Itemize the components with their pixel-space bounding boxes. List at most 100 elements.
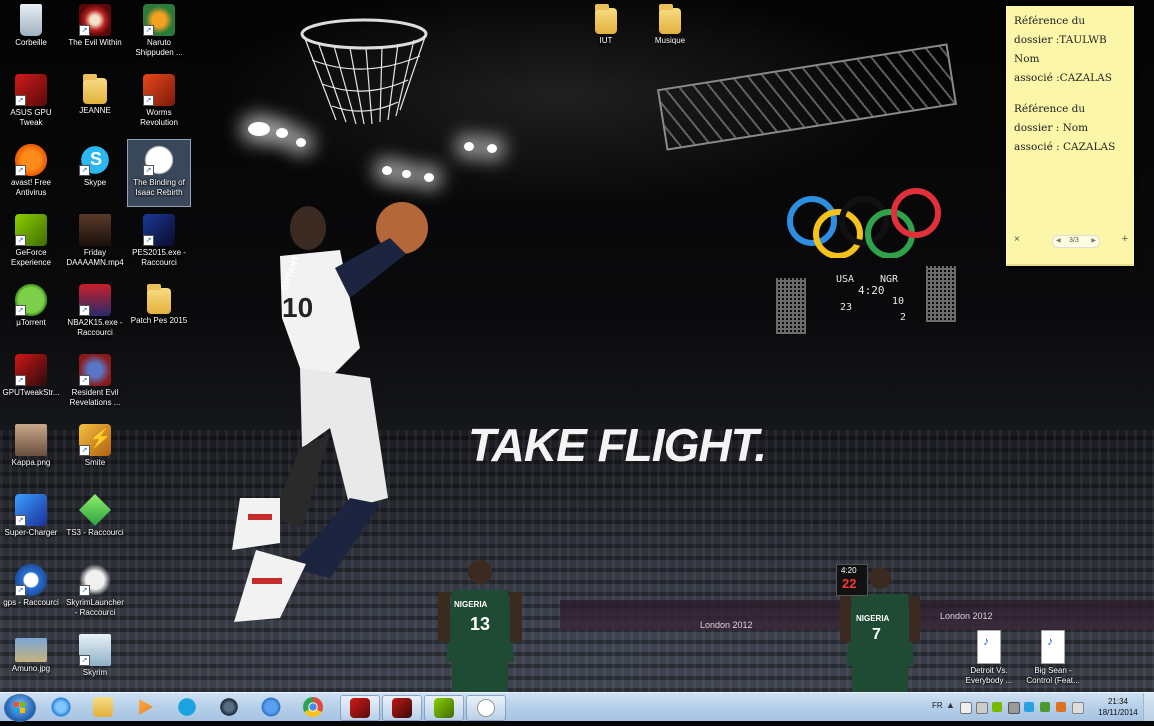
desktop-icon-label: Super-Charger xyxy=(4,528,58,537)
sticky-note-line[interactable]: associé :CAZALAS xyxy=(1006,69,1134,88)
download-icon xyxy=(261,697,281,717)
desktop-icon-friday-video[interactable]: Friday DAAAAMN.mp4 xyxy=(64,210,126,276)
shortcut-arrow-icon: ↗ xyxy=(15,95,26,106)
scoreboard-fouls: 10 xyxy=(892,296,905,307)
desktop-icon-pes2015[interactable]: ↗ PES2015.exe - Raccourci xyxy=(128,210,190,276)
desktop-icon-label: ASUS GPU Tweak xyxy=(10,108,52,127)
sticky-note-line[interactable]: dossier :TAULWB xyxy=(1006,31,1134,50)
language-indicator[interactable]: FR xyxy=(932,701,943,710)
desktop-icon-ts3[interactable]: TS3 - Raccourci xyxy=(64,490,126,556)
network-icon[interactable] xyxy=(976,702,988,714)
sticky-note-line[interactable]: Nom xyxy=(1006,50,1134,69)
sticky-note-line[interactable] xyxy=(1006,88,1134,100)
desktop-icon-iut[interactable]: IUT xyxy=(575,0,637,66)
taskbar-download-manager[interactable] xyxy=(252,695,290,719)
taskbar-internet-explorer[interactable] xyxy=(42,695,80,719)
skype-tray-icon[interactable] xyxy=(1024,702,1034,712)
sticky-note[interactable]: Référence du dossier :TAULWB Nom associé… xyxy=(1006,6,1134,266)
desktop-icon-musique[interactable]: Musique xyxy=(639,0,701,66)
sticky-note-line[interactable]: dossier : Nom xyxy=(1006,119,1134,138)
player-team: NIGERIA xyxy=(454,600,488,609)
basketball-hoop xyxy=(300,18,428,125)
desktop-icon-isaac[interactable]: ↗ The Binding of Isaac Rebirth xyxy=(127,139,191,207)
desktop-icon-label: Amuno.jpg xyxy=(11,664,51,673)
desktop-icon-detroit-mp3[interactable]: ♪ Detroit Vs. Everybody ... xyxy=(958,626,1020,692)
desktop-icon-label: Smite xyxy=(84,458,106,467)
avast-tray-icon[interactable] xyxy=(1056,702,1066,712)
sticky-next-button[interactable]: ▶ xyxy=(1091,237,1096,244)
desktop-icon-utorrent[interactable]: ↗ µTorrent xyxy=(0,280,62,346)
gpu-tweak-streaming-icon: ↗ xyxy=(15,354,47,386)
desktop-icon-skype[interactable]: S ↗ Skype xyxy=(64,140,126,206)
desktop-icon-smite[interactable]: ⚡ ↗ Smite xyxy=(64,420,126,486)
desktop-icon-label: Musique xyxy=(654,36,686,45)
desktop-icon-resident-evil[interactable]: ↗ Resident Evil Revelations ... xyxy=(64,350,126,416)
sticky-add-button[interactable]: + xyxy=(1122,233,1128,245)
arena-light xyxy=(464,142,474,151)
shortcut-arrow-icon: ↗ xyxy=(79,585,90,596)
desktop-icon-big-sean-mp3[interactable]: ♪ Big Sean - Control (Feat... xyxy=(1022,626,1084,692)
desktop-icon-super-charger[interactable]: ↗ Super-Charger xyxy=(0,490,62,556)
taskbar-geforce[interactable] xyxy=(424,695,464,721)
mp3-file-icon: ♪ xyxy=(1041,630,1065,664)
clock-date: 18/11/2014 xyxy=(1098,708,1138,717)
desktop-icon-label: Friday DAAAAMN.mp4 xyxy=(66,248,124,267)
show-hidden-icons[interactable]: ▲ xyxy=(946,700,955,710)
sticky-pager: ◀ 3/3 ▶ xyxy=(1052,235,1100,248)
desktop-icon-naruto[interactable]: ↗ Naruto Shippuden ... xyxy=(128,0,190,66)
gpu-tweak-icon xyxy=(350,698,370,718)
avast-icon: ↗ xyxy=(15,144,47,176)
desktop-icon-recycle-bin[interactable]: Corbeille xyxy=(0,0,62,66)
volume-icon[interactable] xyxy=(1008,702,1020,714)
desktop-icon-gpu-tweak[interactable]: ↗ ASUS GPU Tweak xyxy=(0,70,62,136)
desktop-icon-amuno[interactable]: Amuno.jpg xyxy=(0,630,62,696)
desktop-icon-evil-within[interactable]: ↗ The Evil Within xyxy=(64,0,126,66)
desktop-icon-label: µTorrent xyxy=(16,318,46,327)
desktop-icon-geforce[interactable]: ↗ GeForce Experience xyxy=(0,210,62,276)
desktop-icon-jeanne[interactable]: JEANNE xyxy=(64,70,126,136)
desktop-icon-skyrim[interactable]: ↗ Skyrim xyxy=(64,630,126,696)
shortcut-arrow-icon: ↗ xyxy=(15,375,26,386)
taskbar-explorer[interactable] xyxy=(84,695,122,719)
sticky-note-footer: × ◀ 3/3 ▶ + xyxy=(1006,233,1134,248)
sticky-prev-button[interactable]: ◀ xyxy=(1056,237,1061,244)
desktop-icon-label: TS3 - Raccourci xyxy=(66,528,124,537)
skype-icon: S ↗ xyxy=(79,144,111,176)
taskbar-clock[interactable]: 21:34 18/11/2014 xyxy=(1090,696,1146,718)
show-desktop-button[interactable] xyxy=(1143,693,1154,721)
desktop-icon-label: Big Sean - Control (Feat... xyxy=(1026,666,1080,685)
desktop-icon-patch-pes[interactable]: Patch Pes 2015 xyxy=(128,280,190,346)
desktop-icon-skyrim-launcher[interactable]: ↗ SkyrimLauncher - Raccourci xyxy=(64,560,126,626)
sticky-note-line[interactable]: Référence du xyxy=(1006,12,1134,31)
scoreboard-grid xyxy=(776,278,806,334)
desktop-icon-kappa[interactable]: Kappa.png xyxy=(0,420,62,486)
sticky-note-line[interactable]: Référence du xyxy=(1006,100,1134,119)
desktop-icon-worms[interactable]: ↗ Worms Revolution xyxy=(128,70,190,136)
olympic-rings xyxy=(787,188,941,258)
taskbar-gpu-tweak[interactable] xyxy=(340,695,380,721)
action-center-icon[interactable] xyxy=(960,702,972,714)
shot-clock-time: 4:20 xyxy=(841,566,857,575)
desktop-icon-label: Worms Revolution xyxy=(140,108,178,127)
taskbar-chrome[interactable] xyxy=(294,695,332,719)
shortcut-arrow-icon: ↗ xyxy=(15,305,26,316)
video-file-icon xyxy=(79,214,111,246)
battery-icon[interactable] xyxy=(1040,702,1050,712)
shortcut-arrow-icon: ↗ xyxy=(79,165,90,176)
taskbar-steam[interactable] xyxy=(210,695,248,719)
taskbar-gpu-tweak-streaming[interactable] xyxy=(382,695,422,721)
desktop-icon-gps[interactable]: ↗ gps - Raccourci xyxy=(0,560,62,626)
desktop-icon-gpu-tweak-streaming[interactable]: ↗ GPUTweakStr... xyxy=(0,350,62,416)
sticky-note-line[interactable]: associé : CAZALAS xyxy=(1006,138,1134,157)
sticky-close-button[interactable]: × xyxy=(1014,234,1020,245)
speaker-icon[interactable] xyxy=(1072,702,1084,714)
shortcut-arrow-icon: ↗ xyxy=(79,375,90,386)
desktop-icon-avast[interactable]: ↗ avast! Free Antivirus xyxy=(0,140,62,206)
nvidia-tray-icon[interactable] xyxy=(992,702,1002,712)
taskbar-skype[interactable] xyxy=(168,695,206,719)
taskbar-media-player[interactable] xyxy=(126,695,164,719)
desktop-icon-nba2k15[interactable]: ↗ NBA2K15.exe - Raccourci xyxy=(64,280,126,346)
shortcut-arrow-icon: ↗ xyxy=(15,585,26,596)
taskbar-isaac[interactable] xyxy=(466,695,506,721)
start-button[interactable] xyxy=(4,694,36,722)
